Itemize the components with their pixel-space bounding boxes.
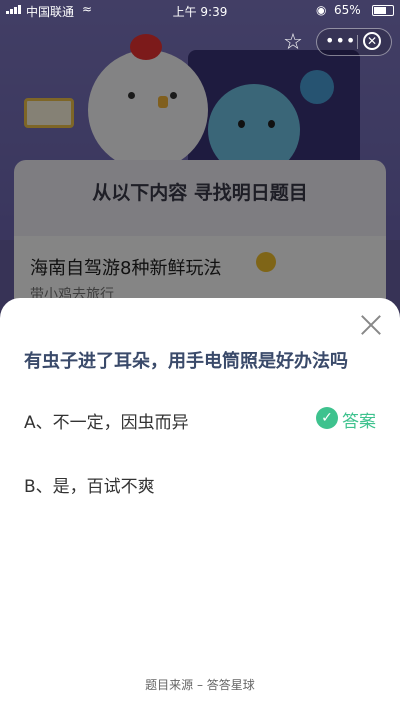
source-footer: 题目来源 – 答答星球 bbox=[145, 678, 255, 692]
more-button[interactable]: ••• bbox=[325, 29, 355, 55]
close-icon[interactable] bbox=[358, 312, 384, 338]
answer-sheet: 有虫子进了耳朵，用手电筒照是好办法吗 A、不一定，因虫而异 ✓ 答案 B、是，百… bbox=[0, 298, 400, 711]
option-a[interactable]: A、不一定，因虫而异 bbox=[24, 408, 189, 433]
favorite-star-icon[interactable]: ☆ bbox=[278, 28, 308, 58]
status-bar: 中国联通 ≈ 上午 9:39 ◉ 65% bbox=[0, 0, 400, 20]
menu-capsule: ••• ✕ bbox=[316, 28, 392, 56]
battery-fill bbox=[374, 7, 386, 14]
answer-label: 答案 bbox=[342, 412, 376, 432]
capsule-divider bbox=[357, 35, 358, 49]
question-text: 有虫子进了耳朵，用手电筒照是好办法吗 bbox=[24, 351, 348, 372]
option-b[interactable]: B、是，百试不爽 bbox=[24, 472, 155, 497]
battery-percentage: 65% bbox=[334, 3, 361, 17]
check-icon: ✓ bbox=[316, 407, 338, 429]
close-miniprogram-icon[interactable]: ✕ bbox=[363, 32, 381, 50]
orientation-lock-icon: ◉ bbox=[316, 3, 327, 17]
battery-icon bbox=[372, 5, 394, 16]
